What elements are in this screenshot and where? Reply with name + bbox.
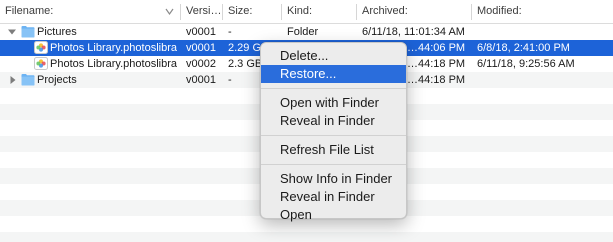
- filename: Photos Library.photoslibra: [50, 58, 177, 70]
- filename: Pictures: [37, 26, 77, 38]
- table-row-empty: [0, 232, 613, 242]
- size: 2.3 GB: [228, 58, 260, 70]
- modified: 6/11/18, 9:25:56 AM: [477, 58, 575, 70]
- version: v0001: [186, 26, 216, 38]
- menu-item-refresh-file-list[interactable]: Refresh File List: [261, 141, 406, 159]
- column-header-size[interactable]: Size:: [223, 0, 281, 23]
- menu-item-show-info-in-finder[interactable]: Show Info in Finder: [261, 170, 406, 188]
- menu-item-delete[interactable]: Delete...: [261, 47, 406, 65]
- column-header-version[interactable]: Versi…: [181, 0, 222, 23]
- photos-library-icon: [34, 41, 48, 54]
- menu-item-open-with-finder[interactable]: Open with Finder: [261, 94, 406, 112]
- version: v0001: [186, 74, 216, 86]
- context-menu: Delete... Restore... Open with Finder Re…: [260, 42, 407, 222]
- column-header-archived[interactable]: Archived:: [357, 0, 471, 23]
- folder-icon: [21, 74, 35, 86]
- archived: 6/11/18, 11:01:34 AM: [362, 26, 465, 38]
- modified: [477, 24, 613, 40]
- column-header-modified[interactable]: Modified:: [472, 0, 613, 23]
- modified: 6/8/18, 2:41:00 PM: [477, 42, 570, 54]
- menu-item-open[interactable]: Open: [261, 206, 406, 224]
- version: v0002: [186, 58, 216, 70]
- menu-item-reveal-in-finder[interactable]: Reveal in Finder: [261, 112, 406, 130]
- size: -: [228, 26, 232, 38]
- version: v0001: [186, 42, 216, 54]
- menu-separator: [261, 88, 406, 89]
- filename: Photos Library.photoslibra: [50, 42, 177, 54]
- filename: Projects: [37, 74, 77, 86]
- size: -: [228, 74, 232, 86]
- archived: …44:18 PM: [407, 74, 466, 86]
- disclosure-right-icon[interactable]: [9, 76, 17, 84]
- column-header-kind[interactable]: Kind:: [282, 0, 356, 23]
- sort-descending-icon[interactable]: [165, 7, 174, 16]
- folder-icon: [21, 26, 35, 38]
- archived: …44:18 PM: [407, 58, 466, 70]
- menu-separator: [261, 164, 406, 165]
- kind: Folder: [287, 26, 319, 38]
- column-header-bar: Filename: Versi… Size: Kind: Archived: M…: [0, 0, 613, 24]
- menu-item-restore[interactable]: Restore...: [261, 65, 406, 83]
- table-row-pictures[interactable]: Pictures v0001 - Folder 6/11/18, 11:01:3…: [0, 24, 613, 40]
- photos-library-icon: [34, 57, 48, 70]
- size: 2.29 GB: [228, 42, 260, 54]
- column-header-filename[interactable]: Filename:: [0, 0, 180, 23]
- menu-separator: [261, 135, 406, 136]
- menu-item-reveal-in-finder-2[interactable]: Reveal in Finder: [261, 188, 406, 206]
- disclosure-down-icon[interactable]: [8, 28, 16, 36]
- archived: …44:06 PM: [407, 42, 466, 54]
